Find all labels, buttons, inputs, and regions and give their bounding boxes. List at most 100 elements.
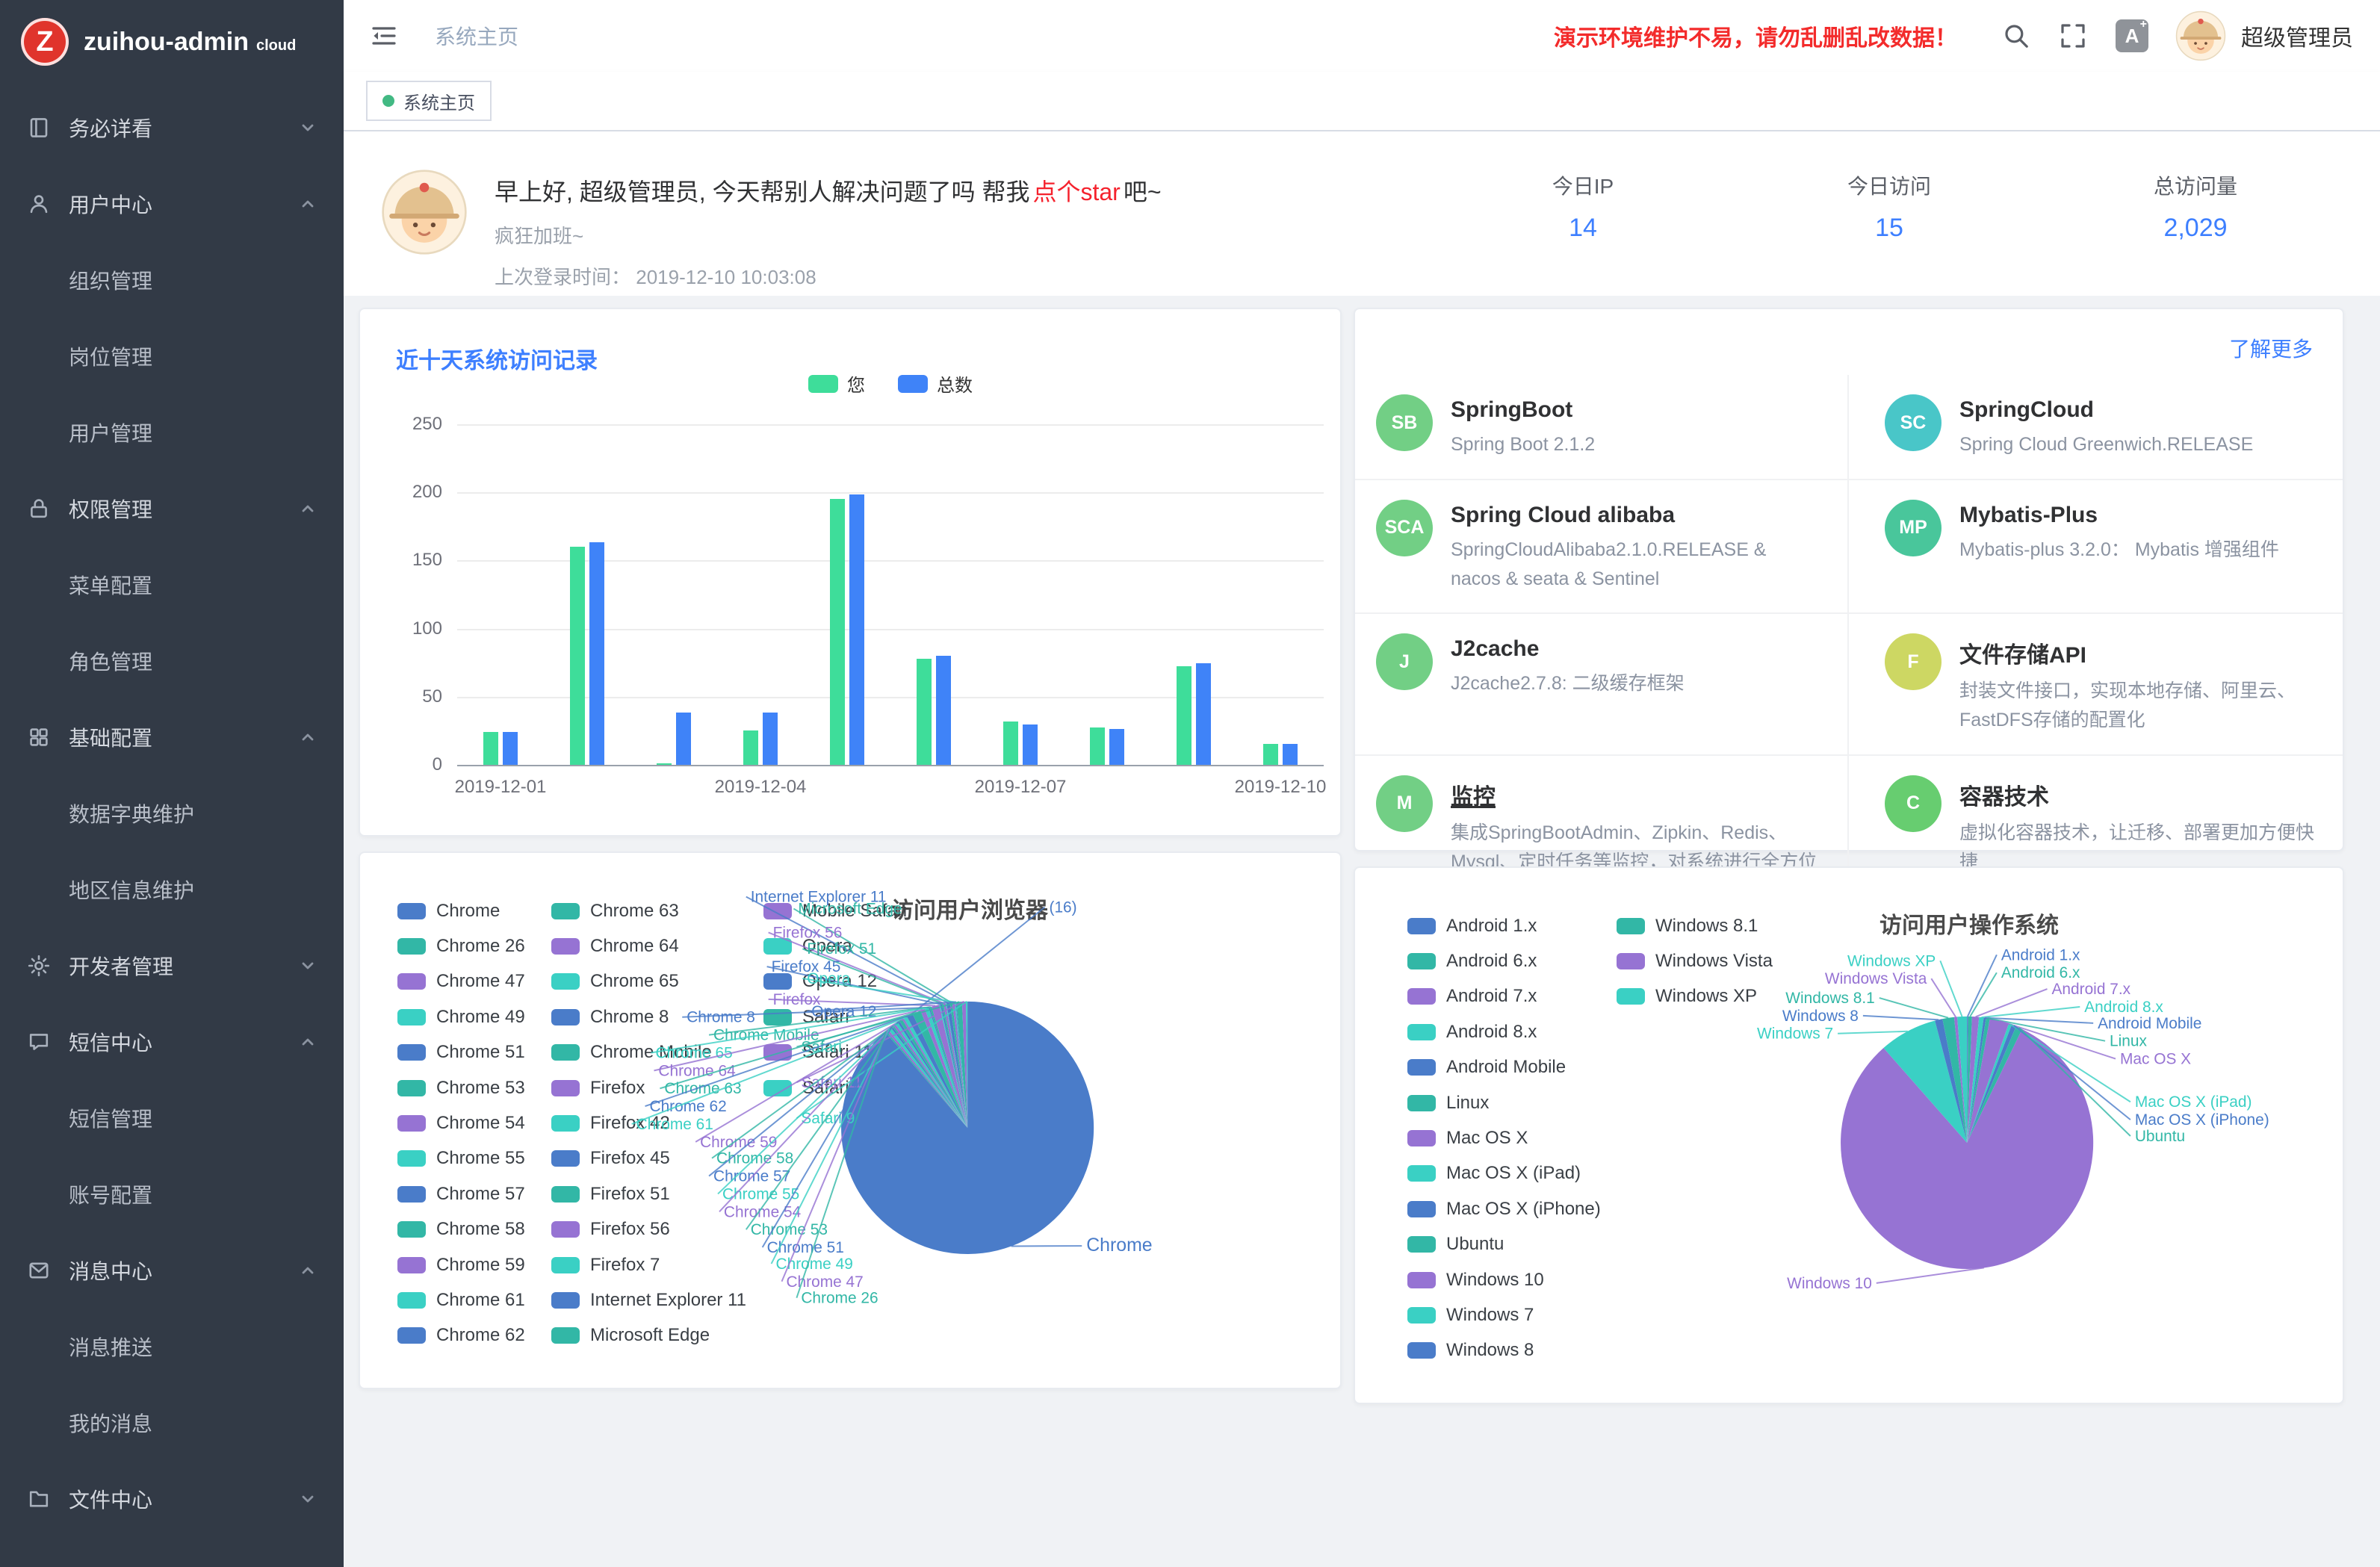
- pie-callout-label: Firefox 51: [807, 940, 876, 958]
- sidebar-subitem[interactable]: 数据字典维护: [0, 775, 344, 851]
- main-area: 系统主页 演示环境维护不易，请勿乱删乱改数据！ A+ 超级管理员 系统主页: [344, 0, 2380, 1567]
- pie-callout-label: Linux: [2110, 1033, 2147, 1050]
- pie-callout-label: Android 8.x: [2084, 999, 2163, 1016]
- sidebar-subitem[interactable]: 短信管理: [0, 1080, 344, 1156]
- learn-more-link[interactable]: 了解更多: [2229, 333, 2313, 363]
- pie-callout-label: Android Mobile: [2098, 1015, 2201, 1032]
- sidebar-subitem[interactable]: 我的消息: [0, 1385, 344, 1461]
- greeting-subtitle: 疯狂加班~: [495, 221, 1162, 249]
- stat: 今日访问15: [1736, 170, 2042, 243]
- pie-callout-label: Chrome 55: [722, 1185, 799, 1203]
- sidebar-item-message-center[interactable]: 消息中心: [0, 1232, 344, 1309]
- layers-icon: [27, 725, 51, 749]
- search-icon[interactable]: [2002, 22, 2030, 50]
- tech-title: SpringBoot: [1451, 397, 1595, 423]
- tab-home[interactable]: 系统主页: [366, 81, 492, 121]
- sidebar-item-label: 务必详看: [69, 113, 152, 143]
- tech-desc: SpringCloudAlibaba2.1.0.RELEASE & nacos …: [1451, 536, 1820, 594]
- message-icon: [27, 1259, 51, 1282]
- bar: [1263, 744, 1278, 765]
- stat-value: 14: [1430, 214, 1736, 243]
- tech-title: 文件存储API: [1959, 636, 2316, 669]
- topbar: 系统主页 演示环境维护不易，请勿乱删乱改数据！ A+ 超级管理员: [344, 0, 2380, 72]
- sidebar-item-label: 用户中心: [69, 189, 152, 219]
- chevron-down-icon: [299, 119, 317, 137]
- bar: [763, 713, 778, 765]
- pie-callout-label: (16): [1050, 899, 1077, 916]
- pie-callout-line: [1968, 955, 1997, 1017]
- sidebar-item-sms-center[interactable]: 短信中心: [0, 1004, 344, 1080]
- bar: [1090, 727, 1105, 765]
- sidebar-item-basic-config[interactable]: 基础配置: [0, 699, 344, 775]
- tech-badge-icon: F: [1885, 633, 1942, 690]
- sidebar-item-user-center[interactable]: 用户中心: [0, 166, 344, 242]
- fullscreen-icon[interactable]: [2059, 22, 2087, 50]
- bar: [657, 763, 672, 765]
- sidebar-item-label: 开发者管理: [69, 951, 173, 981]
- bar-group: [717, 424, 804, 765]
- sidebar-subitem[interactable]: 地区信息维护: [0, 851, 344, 928]
- tech-title: SpringCloud: [1959, 397, 2253, 423]
- sidebar-collapse-icon[interactable]: [369, 21, 399, 51]
- sidebar-subitem[interactable]: 账号配置: [0, 1156, 344, 1232]
- browser-pie-chart[interactable]: Internet Explorer 11Microsoft Edge(16)Fi…: [360, 853, 1340, 1388]
- bar: [1003, 722, 1018, 765]
- stat-label: 今日访问: [1736, 170, 2042, 200]
- sidebar-subitem[interactable]: 岗位管理: [0, 318, 344, 394]
- sidebar-item-developer[interactable]: 开发者管理: [0, 928, 344, 1004]
- tech-desc: 封装文件接口，实现本地存储、阿里云、FastDFS存储的配置化: [1959, 677, 2316, 735]
- chevron-down-icon: [299, 728, 317, 746]
- tab-active-dot: [382, 95, 394, 107]
- username[interactable]: 超级管理员: [2241, 19, 2353, 52]
- bar: [1196, 663, 1211, 765]
- pie-callout-label: Chrome 65: [655, 1044, 732, 1061]
- tech-desc: Mybatis-plus 3.2.0： Mybatis 增强组件: [1959, 536, 2279, 565]
- star-link[interactable]: 点个star: [1032, 179, 1120, 205]
- sidebar-subitem[interactable]: 组织管理: [0, 242, 344, 318]
- bar: [936, 656, 951, 765]
- bar-legend: 您 总数: [808, 370, 973, 397]
- folder-icon: [27, 1487, 51, 1511]
- sidebar-item-permission[interactable]: 权限管理: [0, 471, 344, 547]
- logo-icon: Z: [21, 18, 69, 66]
- logo[interactable]: Z zuihou-admincloud: [0, 0, 344, 84]
- sidebar-item-label: 短信中心: [69, 1027, 152, 1057]
- greeting-text-block: 早上好, 超级管理员, 今天帮别人解决问题了吗 帮我点个star吧~ 疯狂加班~…: [495, 169, 1162, 296]
- pie-callout-line: [1976, 989, 2048, 1017]
- pie-callout-label: Windows XP: [1847, 952, 1936, 969]
- chevron-down-icon: [299, 1262, 317, 1279]
- legend-item[interactable]: 总数: [898, 370, 973, 397]
- sidebar-item-file-center[interactable]: 文件中心: [0, 1461, 344, 1537]
- user-avatar[interactable]: [2175, 10, 2226, 61]
- sidebar-subitem[interactable]: 消息推送: [0, 1309, 344, 1385]
- bar-group: [1150, 424, 1237, 765]
- page-content: 早上好, 超级管理员, 今天帮别人解决问题了吗 帮我点个star吧~ 疯狂加班~…: [344, 131, 2380, 1567]
- tech-stack-card: 了解更多 SBSpringBootSpring Boot 2.1.2SCSpri…: [1354, 308, 2344, 851]
- gear-icon: [27, 954, 51, 978]
- bar: [570, 547, 585, 765]
- bar: [1109, 729, 1124, 765]
- tech-desc: Spring Cloud Greenwich.RELEASE: [1959, 430, 2253, 459]
- pie-callout-label: Chrome 63: [664, 1080, 741, 1097]
- font-size-icon[interactable]: A+: [2116, 19, 2148, 52]
- sidebar-item-must-read[interactable]: 务必详看: [0, 90, 344, 166]
- greeting-message: 早上好, 超级管理员, 今天帮别人解决问题了吗 帮我点个star吧~: [495, 173, 1162, 208]
- visits-chart-card: 近十天系统访问记录 您总数 0501001502002502019-12-012…: [359, 308, 1342, 837]
- last-login: 上次登录时间： 2019-12-10 10:03:08: [495, 262, 1162, 290]
- os-pie-chart[interactable]: Android 1.xAndroid 6.xAndroid 7.xAndroid…: [1355, 868, 2343, 1403]
- pie-callout-label: Firefox 56: [773, 924, 843, 941]
- pie-callout-label: Android 7.x: [2051, 981, 2130, 998]
- sidebar-subitem[interactable]: 菜单配置: [0, 547, 344, 623]
- sidebar-subitem[interactable]: 用户管理: [0, 394, 344, 471]
- user-icon: [27, 192, 51, 216]
- tech-title: Spring Cloud alibaba: [1451, 503, 1820, 528]
- stat: 今日IP14: [1430, 170, 1736, 243]
- sidebar-subitem[interactable]: 角色管理: [0, 623, 344, 699]
- visit-stats: 今日IP14今日访问15总访问量2,029: [1430, 170, 2349, 243]
- tech-badge-icon: C: [1885, 775, 1942, 832]
- legend-item[interactable]: 您: [808, 370, 865, 397]
- pie-callout-label: Windows Vista: [1825, 970, 1927, 987]
- tech-badge-icon: MP: [1885, 500, 1942, 556]
- bar: [743, 730, 758, 765]
- bar-group: [890, 424, 977, 765]
